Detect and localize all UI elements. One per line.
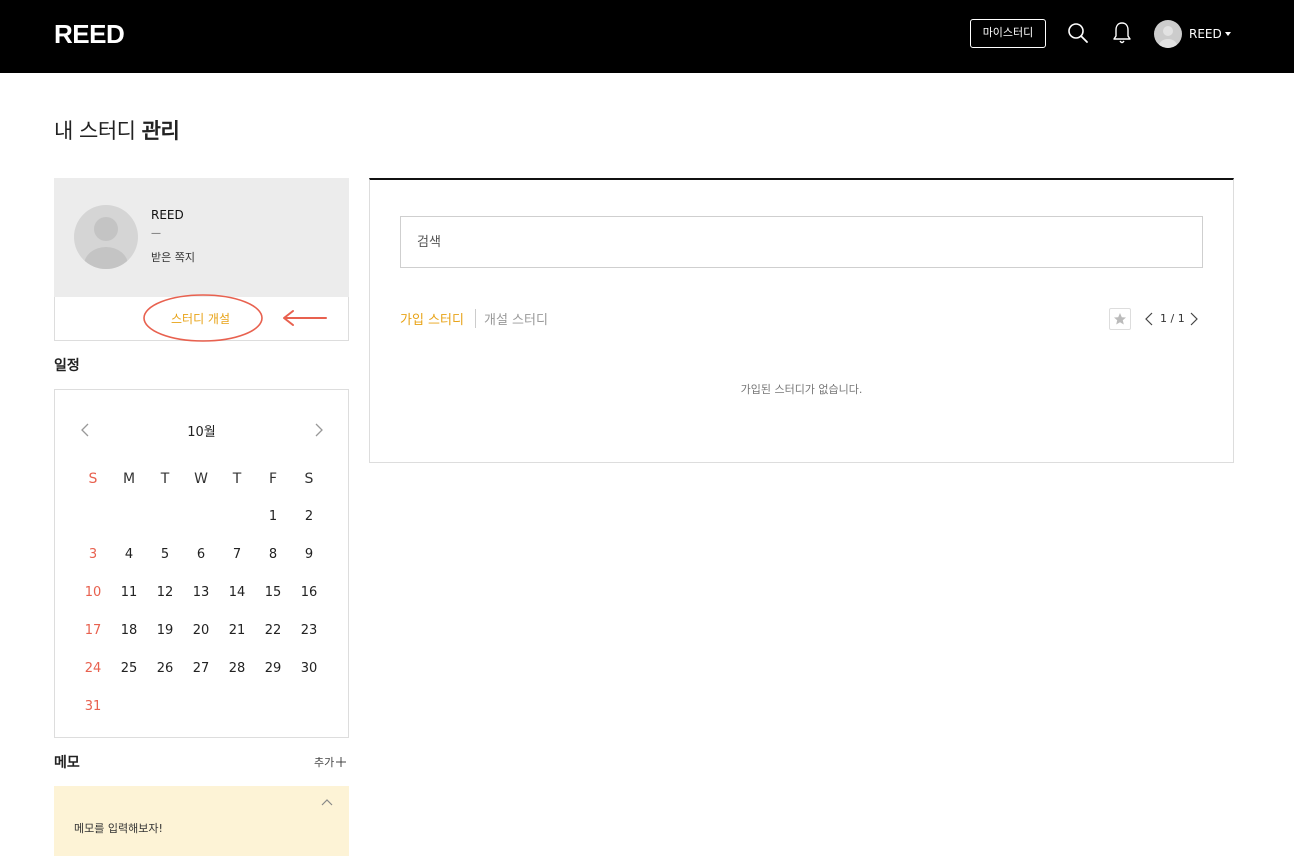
profile-name: REED — [151, 208, 184, 222]
calendar-day[interactable]: 18 — [111, 622, 147, 640]
annotation-circle — [143, 294, 263, 342]
calendar-day[interactable]: 19 — [147, 622, 183, 640]
calendar-month: 10월 — [187, 425, 216, 440]
reed-logo[interactable]: REED — [54, 20, 125, 48]
weekday-header: T — [232, 471, 242, 487]
weekday-header: T — [160, 471, 170, 487]
calendar-day[interactable]: 15 — [255, 584, 291, 602]
calendar-next-icon[interactable] — [313, 422, 325, 438]
calendar-day[interactable]: 5 — [147, 546, 183, 564]
tab-joined-studies[interactable]: 가입 스터디 — [400, 309, 464, 328]
calendar-day[interactable]: 7 — [219, 546, 255, 564]
memo-title: 메모 — [54, 755, 80, 771]
calendar-day[interactable]: 28 — [219, 660, 255, 678]
bell-icon[interactable] — [1112, 21, 1132, 45]
search-input[interactable] — [400, 216, 1203, 268]
calendar-day[interactable]: 24 — [75, 660, 111, 678]
calendar-day[interactable]: 9 — [291, 546, 327, 564]
calendar-day[interactable]: 31 — [75, 698, 111, 716]
calendar-day[interactable]: 6 — [183, 546, 219, 564]
pagination-text: 1 / 1 — [1160, 312, 1185, 325]
calendar-day[interactable]: 27 — [183, 660, 219, 678]
calendar-day[interactable]: 3 — [75, 546, 111, 564]
calendar-day[interactable]: 26 — [147, 660, 183, 678]
calendar-day[interactable]: 14 — [219, 584, 255, 602]
profile-dash: — — [151, 228, 161, 239]
weekday-header: F — [268, 471, 278, 487]
profile-avatar — [74, 205, 138, 269]
weekday-header: M — [122, 471, 136, 487]
profile-card: REED — 받은 쪽지 — [54, 178, 349, 297]
chevron-up-icon[interactable] — [321, 798, 333, 806]
calendar-day[interactable]: 25 — [111, 660, 147, 678]
calendar-day[interactable]: 29 — [255, 660, 291, 678]
favorite-filter-button[interactable] — [1109, 308, 1131, 330]
calendar-day[interactable]: 23 — [291, 622, 327, 640]
calendar-day[interactable]: 11 — [111, 584, 147, 602]
page-title-light: 내 스터디 — [54, 119, 136, 143]
calendar-day[interactable]: 4 — [111, 546, 147, 564]
weekday-header: S — [88, 471, 98, 487]
star-icon — [1114, 313, 1126, 325]
calendar-day[interactable]: 17 — [75, 622, 111, 640]
search-icon[interactable] — [1067, 22, 1089, 44]
weekday-header: W — [194, 471, 208, 487]
calendar-day[interactable]: 10 — [75, 584, 111, 602]
calendar-day[interactable]: 22 — [255, 622, 291, 640]
calendar-day[interactable]: 30 — [291, 660, 327, 678]
calendar: 10월 S M T W T F S 1 2 3 4 5 6 7 8 9 10 11 12 13 14 15 16 17 18 19… — [54, 389, 349, 738]
my-study-button[interactable]: 마이스터디 — [970, 19, 1046, 48]
user-avatar[interactable] — [1154, 20, 1182, 48]
empty-state-message: 가입된 스터디가 없습니다. — [740, 383, 863, 396]
tab-divider — [475, 309, 476, 328]
page-prev-icon[interactable] — [1144, 312, 1154, 326]
memo-card[interactable]: 메모를 입력해보자! — [54, 786, 349, 856]
annotation-arrow-icon — [283, 310, 327, 326]
calendar-day[interactable]: 12 — [147, 584, 183, 602]
weekday-header: S — [304, 471, 314, 487]
study-list-panel: 가입 스터디 개설 스터디 1 / 1 가입된 스터디가 없습니다. — [369, 178, 1234, 463]
calendar-day[interactable]: 21 — [219, 622, 255, 640]
calendar-day[interactable]: 1 — [255, 508, 291, 526]
user-menu-name[interactable]: REED — [1189, 26, 1222, 42]
received-messages-link[interactable]: 받은 쪽지 — [151, 249, 195, 265]
page-title: 내 스터디 관리 — [54, 116, 180, 146]
page-title-bold: 관리 — [141, 119, 180, 143]
memo-text[interactable]: 메모를 입력해보자! — [74, 820, 163, 836]
tab-opened-studies[interactable]: 개설 스터디 — [484, 309, 548, 328]
calendar-day[interactable]: 16 — [291, 584, 327, 602]
memo-add-button[interactable]: 추가 — [314, 754, 347, 770]
caret-down-icon[interactable] — [1225, 32, 1231, 36]
plus-icon — [336, 757, 347, 767]
default-avatar-icon — [84, 217, 128, 269]
page-next-icon[interactable] — [1189, 312, 1199, 326]
default-avatar-icon — [1159, 26, 1177, 48]
calendar-day[interactable]: 20 — [183, 622, 219, 640]
memo-add-label: 추가 — [314, 756, 335, 769]
calendar-day[interactable]: 13 — [183, 584, 219, 602]
calendar-day[interactable]: 8 — [255, 546, 291, 564]
schedule-title: 일정 — [54, 358, 80, 374]
calendar-day[interactable]: 2 — [291, 508, 327, 526]
top-navigation-bar: REED 마이스터디 REED — [0, 0, 1294, 73]
